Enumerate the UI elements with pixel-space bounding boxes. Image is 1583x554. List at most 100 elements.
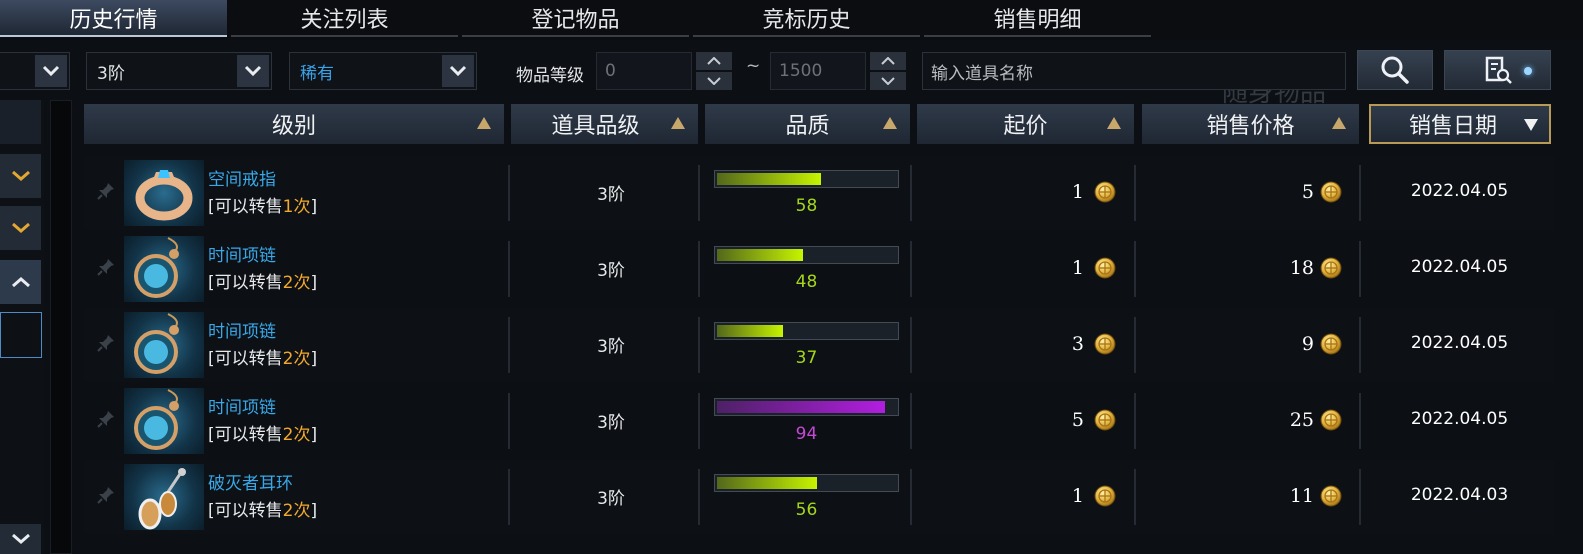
tab-register-items[interactable]: 登记物品 xyxy=(462,0,689,37)
column-divider xyxy=(508,165,510,221)
column-header-label: 道具品级 xyxy=(551,114,640,139)
sale-date: 2022.04.05 xyxy=(1410,257,1509,277)
column-header-sale-price[interactable]: 销售价格 xyxy=(1142,104,1359,144)
tab-watchlist[interactable]: 关注列表 xyxy=(231,0,458,37)
quality-bar-fill xyxy=(717,401,885,413)
column-divider xyxy=(508,241,510,297)
item-name[interactable]: 破灭者耳环 xyxy=(208,469,293,494)
pin-icon[interactable] xyxy=(96,257,116,277)
tier-dropdown[interactable]: 3阶 xyxy=(86,52,272,90)
quality-value: 56 xyxy=(795,500,818,520)
necklace-icon xyxy=(124,312,204,378)
sort-asc-icon xyxy=(477,117,491,129)
column-header-level[interactable]: 级别 xyxy=(84,104,504,144)
left-expand-button-2[interactable] xyxy=(0,206,41,250)
item-trade-limit: [可以转售1次] xyxy=(208,197,318,217)
quality-bar xyxy=(714,170,899,188)
left-expand-button-1[interactable] xyxy=(0,154,41,198)
pin-icon[interactable] xyxy=(96,485,116,505)
left-category-panel xyxy=(0,100,44,554)
chevron-up-icon xyxy=(11,277,30,288)
column-divider xyxy=(1359,165,1361,221)
gold-coin-icon xyxy=(1094,181,1116,203)
level-min-input[interactable]: 0 xyxy=(596,52,692,90)
gold-coin-icon xyxy=(1320,257,1342,279)
column-divider xyxy=(910,393,912,449)
tab-bid-history[interactable]: 竞标历史 xyxy=(693,0,920,37)
item-name[interactable]: 时间项链 xyxy=(208,241,276,266)
gold-coin-icon xyxy=(1094,485,1116,507)
stepper-down-icon[interactable] xyxy=(870,72,906,90)
column-divider xyxy=(910,165,912,221)
item-name[interactable]: 时间项链 xyxy=(208,393,276,418)
table-row[interactable]: 时间项链 [可以转售2次] 3阶 48 1 18 2022.04.05 xyxy=(84,232,1554,306)
start-price: 5 xyxy=(1071,409,1084,431)
level-max-input[interactable]: 1500 xyxy=(770,52,866,90)
stepper-up-icon[interactable] xyxy=(870,52,906,70)
pin-icon[interactable] xyxy=(96,333,116,353)
stepper-down-icon[interactable] xyxy=(696,72,732,90)
quality-bar-fill xyxy=(717,325,783,337)
advanced-search-button[interactable] xyxy=(1444,50,1551,90)
sort-desc-icon xyxy=(1524,119,1538,131)
gold-coin-icon xyxy=(1094,409,1116,431)
category-dropdown[interactable] xyxy=(0,52,70,90)
rarity-dropdown[interactable]: 稀有 xyxy=(289,52,477,90)
left-scrollbar[interactable] xyxy=(50,100,72,554)
quality-value: 37 xyxy=(795,348,818,368)
table-row[interactable]: 时间项链 [可以转售2次] 3阶 94 5 25 2022.04.05 xyxy=(84,384,1554,458)
range-tilde: ~ xyxy=(746,56,761,76)
sale-price: 25 xyxy=(1289,409,1314,431)
left-category-header[interactable] xyxy=(0,100,41,144)
gold-coin-icon xyxy=(1320,333,1342,355)
column-header-sale-date[interactable]: 销售日期 xyxy=(1369,104,1551,144)
chevron-down-icon[interactable] xyxy=(442,55,474,87)
item-name-search-input[interactable]: 输入道具名称 xyxy=(922,52,1346,90)
notification-dot-icon xyxy=(1524,67,1532,75)
trade-count: 2次 xyxy=(282,425,311,445)
level-max-stepper[interactable] xyxy=(870,52,906,90)
search-button[interactable] xyxy=(1357,50,1433,90)
ring-icon xyxy=(124,160,204,226)
left-expand-button-3[interactable] xyxy=(0,524,41,554)
start-price: 1 xyxy=(1071,181,1084,203)
trade-count: 2次 xyxy=(282,273,311,293)
chevron-down-icon[interactable] xyxy=(35,55,67,87)
tab-sales-detail[interactable]: 销售明细 xyxy=(924,0,1151,37)
item-tier: 3阶 xyxy=(597,261,625,281)
search-icon xyxy=(1381,56,1409,84)
tab-bar: 历史行情 关注列表 登记物品 竞标历史 销售明细 xyxy=(0,0,1583,40)
item-tier: 3阶 xyxy=(597,413,625,433)
tab-history-market[interactable]: 历史行情 xyxy=(0,0,227,37)
column-header-item-tier[interactable]: 道具品级 xyxy=(511,104,698,144)
column-divider xyxy=(1134,469,1136,525)
item-name[interactable]: 空间戒指 xyxy=(208,165,276,190)
gold-coin-icon xyxy=(1320,181,1342,203)
column-header-quality[interactable]: 品质 xyxy=(705,104,910,144)
pin-icon[interactable] xyxy=(96,409,116,429)
quality-bar xyxy=(714,246,899,264)
item-tier: 3阶 xyxy=(597,489,625,509)
stepper-up-icon[interactable] xyxy=(696,52,732,70)
chevron-down-icon[interactable] xyxy=(237,55,269,87)
item-trade-limit: [可以转售2次] xyxy=(208,349,318,369)
column-header-start-price[interactable]: 起价 xyxy=(917,104,1134,144)
left-selected-subcategory[interactable] xyxy=(0,312,42,358)
sort-asc-icon xyxy=(1107,117,1121,129)
sale-date: 2022.04.05 xyxy=(1410,333,1509,353)
trade-count: 2次 xyxy=(282,501,311,521)
table-row[interactable]: 时间项链 [可以转售2次] 3阶 37 3 9 2022.04.05 xyxy=(84,308,1554,382)
table-row[interactable]: 破灭者耳环 [可以转售2次] 3阶 56 1 11 2022.04.03 xyxy=(84,460,1554,534)
left-collapse-button[interactable] xyxy=(0,260,41,304)
start-price: 1 xyxy=(1071,485,1084,507)
pin-icon[interactable] xyxy=(96,181,116,201)
level-min-stepper[interactable] xyxy=(696,52,732,90)
column-divider xyxy=(698,317,700,373)
sale-date: 2022.04.05 xyxy=(1410,409,1509,429)
gold-coin-icon xyxy=(1320,485,1342,507)
table-row[interactable]: 空间戒指 [可以转售1次] 3阶 58 1 5 2022.04.05 xyxy=(84,156,1554,230)
item-name[interactable]: 时间项链 xyxy=(208,317,276,342)
sort-asc-icon xyxy=(883,117,897,129)
item-trade-limit: [可以转售2次] xyxy=(208,501,318,521)
quality-bar-fill xyxy=(717,249,803,261)
